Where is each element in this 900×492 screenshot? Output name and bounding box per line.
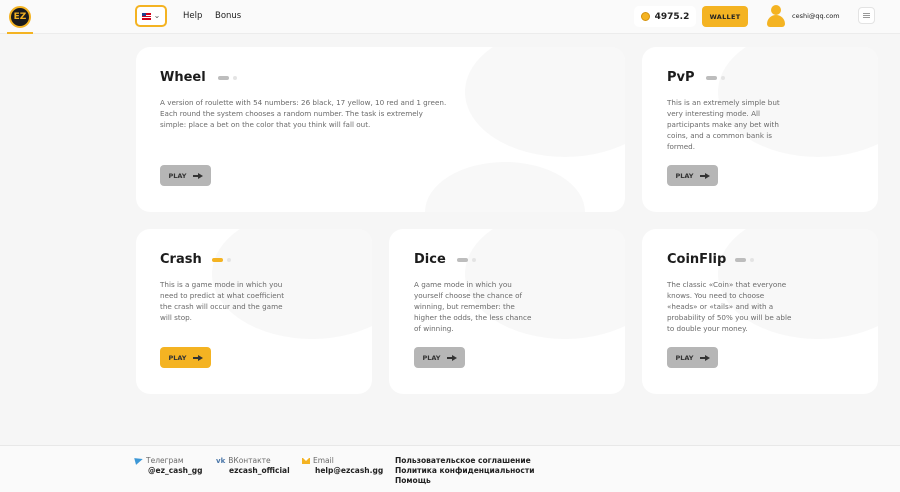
telegram-link[interactable]: @ez_cash_gg — [148, 466, 203, 475]
slide-indicator — [457, 258, 468, 262]
game-title: Wheel — [160, 70, 206, 85]
slide-dot — [233, 76, 237, 80]
balance-value: 4975.2 — [654, 11, 690, 22]
telegram-icon — [135, 457, 143, 464]
mail-icon — [302, 457, 310, 464]
slide-indicator — [212, 258, 223, 262]
footer: Телеграм @ez_cash_gg vk ВКонтакте ezcash… — [0, 445, 900, 492]
wallet-button[interactable]: WALLET — [702, 6, 748, 27]
language-selector[interactable]: ⌄ — [135, 5, 167, 27]
vk-link[interactable]: ezcash_official — [229, 466, 290, 475]
slide-dot — [227, 258, 231, 262]
user-avatar-icon[interactable] — [766, 5, 786, 27]
slide-indicator — [218, 76, 229, 80]
vk-label: vk ВКонтакте — [216, 456, 271, 465]
play-label: PLAY — [675, 353, 694, 362]
help-link[interactable]: Помощь — [395, 476, 431, 485]
logo-text: EZ — [13, 12, 27, 22]
play-button-wheel[interactable]: PLAY — [160, 165, 211, 186]
game-card-crash: Crash This is a game mode in which you n… — [136, 229, 372, 394]
game-description: A game mode in which you yourself choose… — [414, 280, 532, 333]
arrow-right-icon — [192, 354, 203, 361]
slide-indicator — [706, 76, 717, 80]
game-card-coinflip: CoinFlip The classic «Coin» that everyon… — [642, 229, 878, 394]
game-description: This is a game mode in which you need to… — [160, 280, 285, 322]
play-button-coinflip[interactable]: PLAY — [667, 347, 718, 368]
game-card-wheel: Wheel A version of roulette with 54 numb… — [136, 47, 625, 212]
game-title: Dice — [414, 252, 446, 267]
user-email[interactable]: ceshi@qq.com — [792, 12, 840, 20]
privacy-policy-link[interactable]: Политика конфиденциальности — [395, 466, 534, 475]
arrow-right-icon — [192, 172, 203, 179]
game-description: The classic «Coin» that everyone knows. … — [667, 280, 792, 333]
play-label: PLAY — [168, 171, 187, 180]
play-button-crash[interactable]: PLAY — [160, 347, 211, 368]
telegram-label: Телеграм — [135, 456, 184, 465]
vk-icon: vk — [216, 456, 226, 465]
site-logo[interactable]: EZ — [9, 6, 31, 28]
uk-flag-icon — [141, 12, 151, 20]
play-button-dice[interactable]: PLAY — [414, 347, 465, 368]
user-agreement-link[interactable]: Пользовательское соглашение — [395, 456, 531, 465]
balance-display: 4975.2 — [634, 6, 696, 27]
email-link[interactable]: help@ezcash.gg — [315, 466, 383, 475]
game-description: This is an extremely simple but very int… — [667, 98, 780, 151]
slide-indicator — [735, 258, 746, 262]
game-title: PvP — [667, 70, 695, 85]
game-title: CoinFlip — [667, 252, 727, 267]
top-header: EZ ⌄ Help Bonus 4975.2 WALLET ceshi@qq.c… — [0, 0, 900, 34]
play-label: PLAY — [422, 353, 441, 362]
arrow-right-icon — [699, 172, 710, 179]
coin-icon — [640, 12, 650, 21]
game-card-dice: Dice A game mode in which you yourself c… — [389, 229, 625, 394]
slide-dot — [721, 76, 725, 80]
nav-help-link[interactable]: Help — [183, 11, 202, 21]
slide-dot — [750, 258, 754, 262]
logo-active-indicator — [7, 32, 33, 34]
game-card-pvp: PvP This is an extremely simple but very… — [642, 47, 878, 212]
play-label: PLAY — [675, 171, 694, 180]
game-title: Crash — [160, 252, 202, 267]
play-label: PLAY — [168, 353, 187, 362]
play-button-pvp[interactable]: PLAY — [667, 165, 718, 186]
email-label: Email — [302, 456, 334, 465]
arrow-right-icon — [699, 354, 710, 361]
slide-dot — [472, 258, 476, 262]
nav-bonus-link[interactable]: Bonus — [215, 11, 241, 21]
game-description: A version of roulette with 54 numbers: 2… — [160, 98, 447, 129]
menu-icon[interactable] — [858, 7, 875, 24]
chevron-down-icon: ⌄ — [153, 11, 161, 20]
arrow-right-icon — [446, 354, 457, 361]
